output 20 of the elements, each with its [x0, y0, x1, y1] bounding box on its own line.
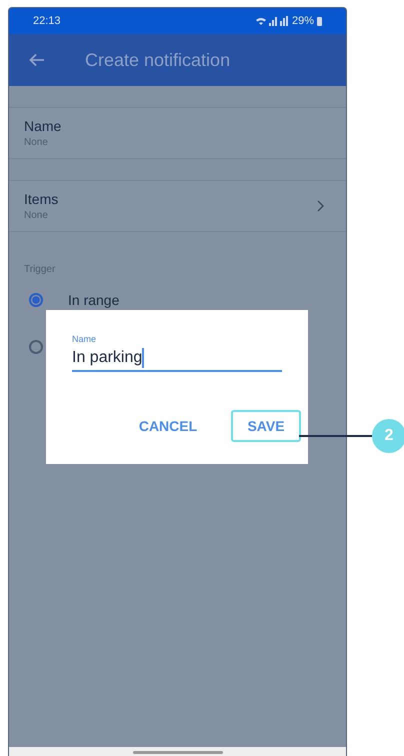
name-input-field[interactable]: Name In parking — [72, 334, 282, 372]
battery-percent: 29% — [292, 15, 314, 27]
callout-badge: 2 — [372, 419, 404, 453]
radio-label: In range — [68, 292, 120, 308]
radio-button[interactable] — [29, 293, 43, 307]
status-time: 22:13 — [33, 15, 61, 27]
dialog-button[interactable]: CANCEL — [133, 410, 203, 442]
radio-button[interactable] — [29, 340, 43, 354]
field-label: Name — [72, 334, 98, 344]
dialog-button[interactable]: SAVE — [231, 410, 301, 442]
signal-icon — [254, 16, 289, 26]
chevron-right-icon — [317, 200, 324, 212]
field-value: In parking — [72, 349, 142, 367]
text-cursor — [142, 348, 144, 368]
screen-title: Create notification — [85, 50, 230, 70]
battery-icon — [317, 16, 322, 26]
row-title: Items — [24, 191, 58, 207]
row-title: Name — [24, 118, 62, 134]
home-handle[interactable] — [132, 750, 222, 754]
back-arrow-icon[interactable] — [29, 53, 45, 67]
